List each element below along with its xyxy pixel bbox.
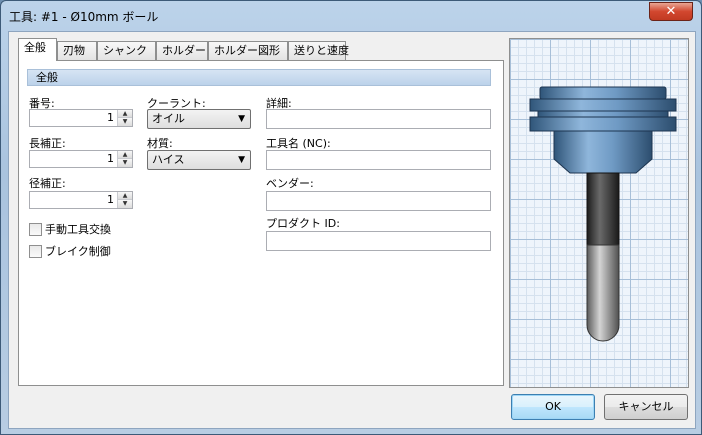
spin-down-icon[interactable]: ▼ (118, 118, 132, 126)
stepper-buttons: ▲ ▼ (117, 192, 132, 208)
tool-name-nc-field[interactable] (266, 150, 491, 170)
product-id-field[interactable] (266, 231, 491, 251)
break-control-label: ブレイク制御 (45, 245, 111, 258)
manual-tool-change-label: 手動工具交換 (45, 223, 111, 236)
spin-up-icon[interactable]: ▲ (118, 151, 132, 159)
length-offset-label: 長補正: (29, 137, 66, 150)
chevron-down-icon: ▼ (238, 155, 245, 165)
tool-dialog-window: 工具: #1 - Ø10mm ボール ✕ 全般 刃物 シャンク ホルダー ホルダ… (0, 0, 702, 435)
material-label: 材質: (147, 137, 173, 150)
diameter-offset-label: 径補正: (29, 177, 66, 190)
spin-up-icon[interactable]: ▲ (118, 110, 132, 118)
tab-holder-geometry[interactable]: ホルダー図形 (208, 41, 288, 60)
length-offset-stepper[interactable]: 1 ▲ ▼ (29, 150, 133, 168)
material-selected: ハイス (152, 153, 185, 166)
section-header-general: 全般 (27, 69, 491, 86)
product-id-label: プロダクト ID: (266, 217, 340, 230)
tab-holder[interactable]: ホルダー (156, 41, 208, 60)
close-icon: ✕ (665, 4, 677, 19)
coolant-select[interactable]: オイル ▼ (147, 109, 251, 129)
stepper-buttons: ▲ ▼ (117, 151, 132, 167)
checkbox-box[interactable] (29, 244, 42, 258)
window-title: 工具: #1 - Ø10mm ボール (9, 10, 159, 24)
tab-general[interactable]: 全般 (18, 38, 57, 61)
ok-button[interactable]: OK (511, 394, 595, 420)
general-tab-panel: 全般 番号: 1 ▲ ▼ 長補正: 1 ▲ ▼ 径補正: 1 ▲ ▼ 手動工具交… (18, 60, 504, 386)
tool-preview (509, 38, 689, 388)
ball-endmill-icon (529, 86, 677, 342)
tab-feeds-speeds[interactable]: 送りと速度 (288, 41, 349, 60)
spin-up-icon[interactable]: ▲ (118, 192, 132, 200)
title-bar[interactable]: 工具: #1 - Ø10mm ボール ✕ (1, 1, 701, 31)
stepper-buttons: ▲ ▼ (117, 110, 132, 126)
diameter-offset-stepper[interactable]: 1 ▲ ▼ (29, 191, 133, 209)
diameter-offset-value: 1 (107, 193, 114, 206)
comment-field[interactable] (266, 109, 491, 129)
spin-down-icon[interactable]: ▼ (118, 159, 132, 167)
number-value: 1 (107, 111, 114, 124)
vendor-field[interactable] (266, 191, 491, 211)
break-control-checkbox[interactable]: ブレイク制御 (29, 243, 111, 259)
checkbox-box[interactable] (29, 222, 42, 236)
cancel-button[interactable]: キャンセル (604, 394, 688, 420)
tab-shank[interactable]: シャンク (97, 41, 156, 60)
tool-name-nc-label: 工具名 (NC): (266, 137, 331, 150)
spin-down-icon[interactable]: ▼ (118, 200, 132, 208)
chevron-down-icon: ▼ (238, 114, 245, 124)
number-stepper[interactable]: 1 ▲ ▼ (29, 109, 133, 127)
tab-cutter[interactable]: 刃物 (57, 41, 97, 60)
vendor-label: ベンダー: (266, 177, 314, 190)
close-button[interactable]: ✕ (649, 2, 693, 21)
material-select[interactable]: ハイス ▼ (147, 150, 251, 170)
manual-tool-change-checkbox[interactable]: 手動工具交換 (29, 221, 111, 237)
length-offset-value: 1 (107, 152, 114, 165)
coolant-selected: オイル (152, 112, 185, 125)
dialog-client-area: 全般 刃物 シャンク ホルダー ホルダー図形 送りと速度 全般 番号: 1 ▲ … (8, 31, 696, 429)
